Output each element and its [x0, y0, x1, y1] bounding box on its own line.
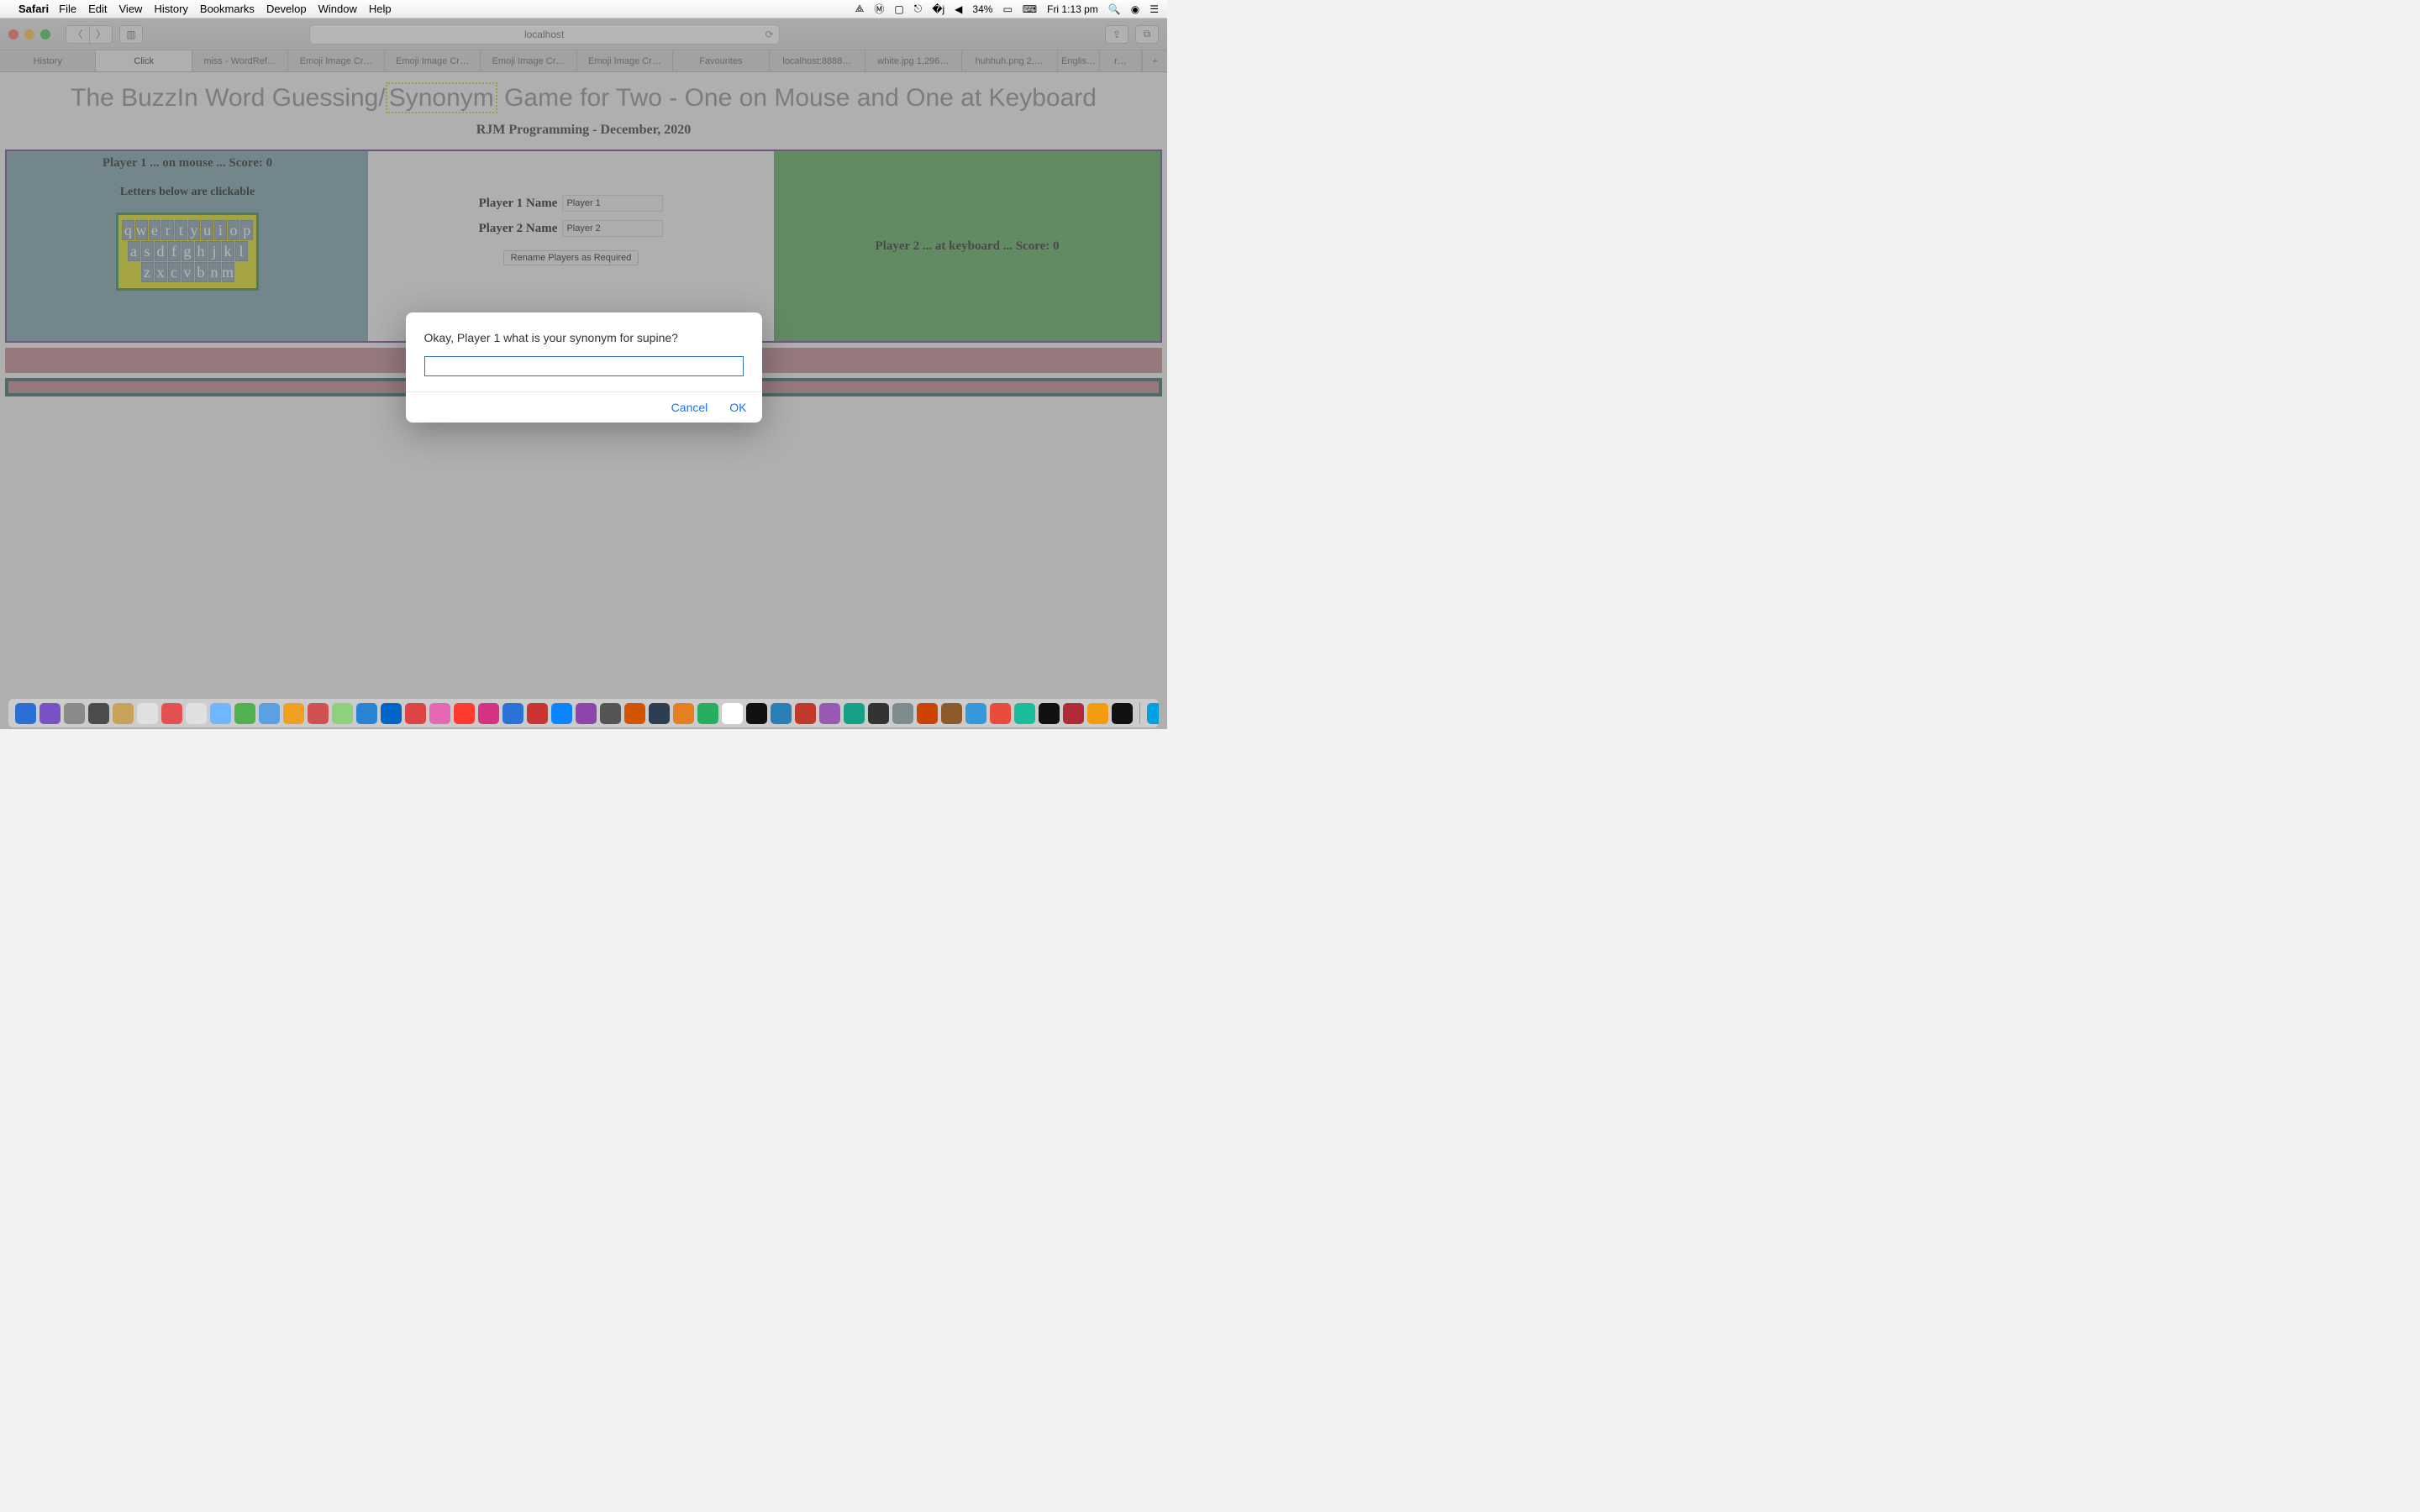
dock-app-icon[interactable] — [454, 703, 475, 724]
mac-menubar: Safari File Edit View History Bookmarks … — [0, 0, 1167, 18]
menu-view[interactable]: View — [119, 3, 143, 15]
dock-app-icon[interactable] — [551, 703, 572, 724]
dialog-message: Okay, Player 1 what is your synonym for … — [406, 312, 762, 356]
volume-icon[interactable]: ◀ — [955, 3, 962, 15]
dock-app-icon[interactable] — [844, 703, 865, 724]
dock-app-icon[interactable] — [746, 703, 767, 724]
menu-develop[interactable]: Develop — [266, 3, 307, 15]
dock-app-icon[interactable] — [1014, 703, 1035, 724]
menu-window[interactable]: Window — [318, 3, 357, 15]
wifi-icon[interactable]: �j — [932, 3, 944, 15]
dock-app-icon[interactable] — [576, 703, 597, 724]
status-icon[interactable]: ⟁ — [855, 3, 865, 15]
menu-help[interactable]: Help — [369, 3, 392, 15]
dock-app-icon[interactable] — [722, 703, 743, 724]
dialog-input[interactable] — [424, 356, 744, 376]
dock-app-icon[interactable] — [15, 703, 36, 724]
dock-app-icon[interactable] — [965, 703, 986, 724]
dock-app-icon[interactable] — [88, 703, 109, 724]
menu-history[interactable]: History — [154, 3, 187, 15]
dock-app-icon[interactable] — [234, 703, 255, 724]
dock-app-icon[interactable] — [478, 703, 499, 724]
dock-app-icon[interactable] — [892, 703, 913, 724]
notification-center-icon[interactable]: ☰ — [1150, 3, 1159, 15]
dock-app-icon[interactable] — [1087, 703, 1108, 724]
battery-icon: ▭ — [1002, 3, 1012, 15]
dock-app-icon[interactable] — [113, 703, 134, 724]
dock-app-icon[interactable] — [600, 703, 621, 724]
dock-app-icon[interactable] — [210, 703, 231, 724]
dock-app-icon[interactable] — [624, 703, 645, 724]
dock-app-icon[interactable] — [941, 703, 962, 724]
dock-app-icon[interactable] — [771, 703, 792, 724]
dock-app-icon[interactable] — [259, 703, 280, 724]
dock-app-icon[interactable] — [990, 703, 1011, 724]
dock-app-icon[interactable] — [381, 703, 402, 724]
status-icon[interactable]: Ⓜ — [874, 2, 884, 16]
dock-app-icon[interactable] — [527, 703, 548, 724]
dock-app-icon[interactable] — [429, 703, 450, 724]
dock-app-icon[interactable] — [39, 703, 60, 724]
ok-button[interactable]: OK — [729, 401, 746, 414]
input-source-icon[interactable]: ⌨ — [1023, 3, 1037, 15]
siri-icon[interactable]: ◉ — [1131, 3, 1139, 15]
dock-app-icon[interactable] — [868, 703, 889, 724]
dock-app-icon[interactable] — [64, 703, 85, 724]
dock-app-icon[interactable] — [502, 703, 523, 724]
airplay-icon[interactable]: ▢ — [894, 3, 903, 15]
bluetooth-icon[interactable]: ⎋ — [914, 3, 923, 15]
dock-app-icon[interactable] — [308, 703, 329, 724]
menu-bookmarks[interactable]: Bookmarks — [200, 3, 255, 15]
modal-overlay: Okay, Player 1 what is your synonym for … — [0, 18, 1167, 729]
dock-app-icon[interactable] — [819, 703, 840, 724]
dock-app-icon[interactable] — [917, 703, 938, 724]
battery-percent: 34% — [972, 3, 992, 15]
dock-app-icon[interactable] — [1147, 703, 1159, 724]
mac-dock — [8, 699, 1159, 727]
cancel-button[interactable]: Cancel — [671, 401, 708, 414]
dock-app-icon[interactable] — [161, 703, 182, 724]
dock-app-icon[interactable] — [356, 703, 377, 724]
dock-app-icon[interactable] — [1063, 703, 1084, 724]
dock-app-icon[interactable] — [186, 703, 207, 724]
menu-edit[interactable]: Edit — [88, 3, 107, 15]
menu-file[interactable]: File — [59, 3, 76, 15]
dock-app-icon[interactable] — [649, 703, 670, 724]
dock-app-icon[interactable] — [1039, 703, 1060, 724]
app-name[interactable]: Safari — [18, 3, 49, 15]
clock[interactable]: Fri 1:13 pm — [1047, 3, 1098, 15]
dock-app-icon[interactable] — [1112, 703, 1133, 724]
dock-app-icon[interactable] — [673, 703, 694, 724]
dock-app-icon[interactable] — [137, 703, 158, 724]
dock-app-icon[interactable] — [697, 703, 718, 724]
dock-app-icon[interactable] — [795, 703, 816, 724]
dock-app-icon[interactable] — [332, 703, 353, 724]
dock-app-icon[interactable] — [283, 703, 304, 724]
spotlight-icon[interactable]: 🔍 — [1108, 3, 1121, 15]
dock-app-icon[interactable] — [405, 703, 426, 724]
prompt-dialog: Okay, Player 1 what is your synonym for … — [406, 312, 762, 423]
